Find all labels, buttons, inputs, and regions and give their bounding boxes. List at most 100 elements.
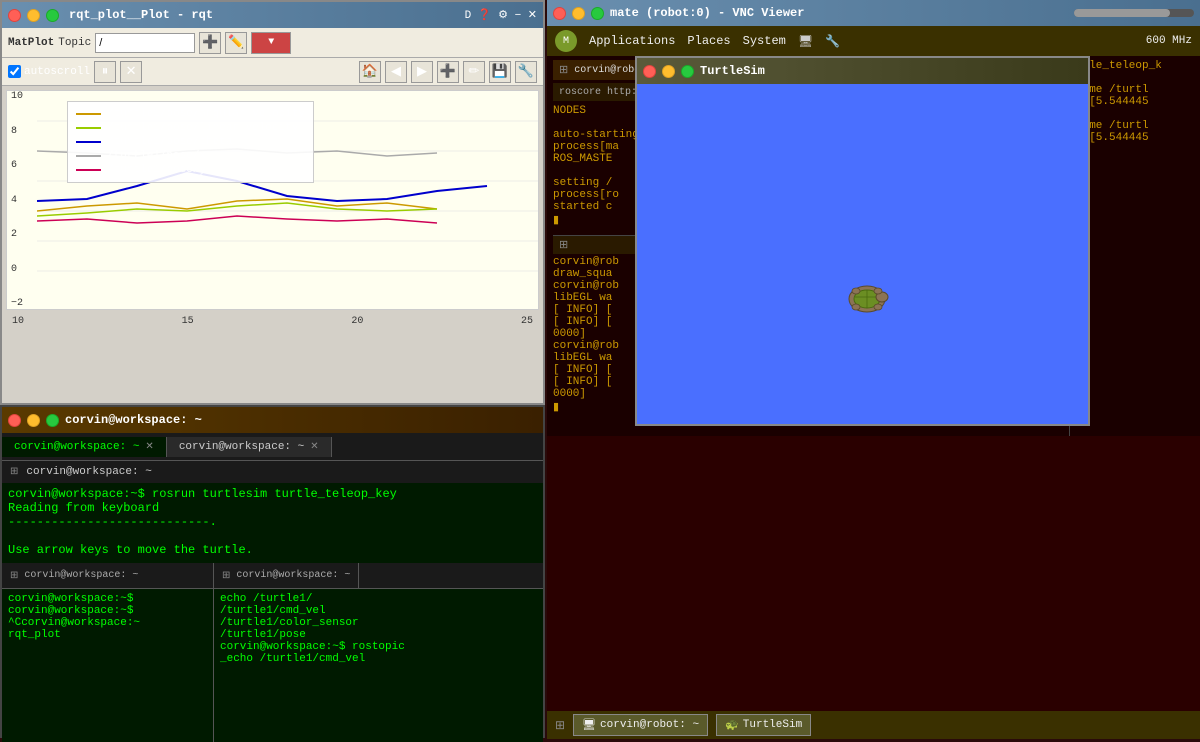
legend-line-angular [76, 113, 101, 115]
ros-right-3: x=[5.544445 [1076, 96, 1194, 108]
taskbar-icon: ⊞ [555, 718, 565, 733]
taskbar-terminal[interactable]: 🖥 corvin@robot: ~ [573, 714, 708, 736]
mate-applications-menu[interactable]: Applications [589, 34, 675, 48]
maximize-button[interactable] [46, 9, 59, 22]
ws-maximize-button[interactable] [46, 414, 59, 427]
close-button[interactable] [8, 9, 21, 22]
bottom-left-terminal[interactable]: corvin@workspace:~$ corvin@workspace:~$ … [2, 589, 214, 742]
minimize-button[interactable] [27, 9, 40, 22]
workspace-tab-1-label: corvin@workspace: ~ [14, 441, 139, 453]
workspace-terminal-main: corvin@workspace: ~ corvin@workspace: ~ … [0, 405, 545, 738]
autoscroll-checkbox[interactable] [8, 65, 21, 78]
ros-grid-icon: ⊞ [559, 63, 568, 77]
mate-places-menu[interactable]: Places [687, 34, 730, 48]
ros-right-4: name /turtl [1076, 120, 1194, 132]
mate-system-menu[interactable]: System [743, 34, 786, 48]
edit-button[interactable]: ✏️ [225, 32, 247, 54]
topic-label: Topic [58, 37, 91, 49]
bottom-split: corvin@workspace:~$ corvin@workspace:~$ … [2, 589, 543, 742]
mate-menubar-icon2: 🔧 [825, 34, 840, 49]
br-line-5: corvin@workspace:~$ rostopic [220, 641, 537, 653]
bottom-split-tabs: ⊞ corvin@workspace: ~ ⊞ corvin@workspace… [2, 563, 543, 589]
turtlesim-title: TurtleSim [700, 64, 765, 78]
rqt-window-title: rqt_plot__Plot - rqt [69, 8, 213, 22]
workspace-tab-2[interactable]: corvin@workspace: ~ ✕ [167, 437, 332, 457]
workspace-subtoolbar: ⊞ corvin@workspace: ~ [2, 461, 543, 483]
br-line-3: /turtle1/color_sensor [220, 617, 537, 629]
legend-label-y: /turtle1/pose/y [107, 164, 206, 176]
taskbar-terminal-label: corvin@robot: ~ [600, 719, 699, 731]
bottom-left-tab: ⊞ corvin@workspace: ~ [2, 563, 214, 588]
vnc-bottombar: ⊞ 🖥 corvin@robot: ~ 🐢 TurtleSim [547, 711, 1200, 739]
stop-button[interactable]: ✕ [120, 61, 142, 83]
br-line-2: /turtle1/cmd_vel [220, 605, 537, 617]
workspace-tab-2-label: corvin@workspace: ~ [179, 441, 304, 453]
vnc-minimize-button[interactable] [572, 7, 585, 20]
mate-menubar-icon1: 🖥 [798, 34, 813, 49]
workspace-tab-1-close[interactable]: ✕ [145, 441, 153, 453]
save-button[interactable]: 💾 [489, 61, 511, 83]
zoom-button[interactable]: ➕ [437, 61, 459, 83]
bl-line-4: rqt_plot [8, 629, 207, 641]
bottom-right-terminal[interactable]: echo /turtle1/ /turtle1/cmd_vel /turtle1… [214, 589, 543, 742]
workspace-titlebar: corvin@workspace: ~ [2, 407, 543, 433]
add-topic-button[interactable]: ➕ [199, 32, 221, 54]
bl-line-3: ^Ccorvin@workspace:~ [8, 617, 207, 629]
turtlesim-window: TurtleSim [635, 56, 1090, 426]
plot-yaxis: 1086420−2 [11, 91, 23, 309]
bottom-right-tab-label: corvin@workspace: ~ [236, 570, 350, 581]
topic-input[interactable] [95, 33, 195, 53]
turtle-sprite [842, 279, 892, 319]
legend-line-theta [76, 141, 101, 143]
vnc-window: mate (robot:0) - VNC Viewer M Applicatio… [547, 0, 1200, 739]
legend-line-y [76, 169, 101, 171]
pause-button[interactable]: ⏸ [94, 61, 116, 83]
turtlesim-minimize-button[interactable] [662, 65, 675, 78]
taskbar-turtlesim-icon: 🐢 [725, 718, 739, 732]
ws-close-button[interactable] [8, 414, 21, 427]
br-line-4: /turtle1/pose [220, 629, 537, 641]
turtlesim-body [637, 84, 1088, 424]
legend-label-x: /turtle1/pose/x [107, 150, 206, 162]
bottom-left-tab-label: corvin@workspace: ~ [24, 570, 138, 581]
back-button[interactable]: ◀ [385, 61, 407, 83]
vnc-maximize-button[interactable] [591, 7, 604, 20]
taskbar-turtlesim-label: TurtleSim [743, 719, 802, 731]
taskbar-turtlesim[interactable]: 🐢 TurtleSim [716, 714, 811, 736]
ros-right-blank2 [1076, 108, 1194, 120]
home-button[interactable]: 🏠 [359, 61, 381, 83]
ros-right-1: rtle_teleop_k [1076, 60, 1194, 72]
term-line-1: corvin@workspace:~$ rosrun turtlesim tur… [8, 487, 537, 501]
rqt-toolbar: MatPlot Topic ➕ ✏️ ▼ [2, 28, 543, 58]
workspace-tab-2-close[interactable]: ✕ [310, 441, 318, 453]
vnc-titlebar: mate (robot:0) - VNC Viewer [547, 0, 1200, 26]
plot-xaxis: 10152025 [2, 314, 543, 329]
workspace-tab-1[interactable]: corvin@workspace: ~ ✕ [2, 437, 167, 457]
ros-bottom-icon: ⊞ [559, 238, 568, 252]
ws-minimize-button[interactable] [27, 414, 40, 427]
bl-line-2: corvin@workspace:~$ [8, 605, 207, 617]
workspace-active-content[interactable]: corvin@workspace:~$ rosrun turtlesim tur… [2, 483, 543, 563]
window-controls: D ❓ ⚙ − ✕ [465, 8, 537, 22]
legend-label-linear: /turtle1/pose/linear_velocity [107, 122, 298, 134]
bottom-right-icon: ⊞ [222, 570, 230, 582]
mate-topbar-right: 600 MHz [1146, 35, 1192, 47]
br-line-6: _echo /turtle1/cmd_vel [220, 653, 537, 665]
edit2-button[interactable]: ✏ [463, 61, 485, 83]
plot-legend: /turtle1/pose/angular_velocity /turtle1/… [67, 101, 314, 183]
vnc-window-title: mate (robot:0) - VNC Viewer [610, 6, 804, 20]
config-button[interactable]: 🔧 [515, 61, 537, 83]
term-line-3: ----------------------------. [8, 515, 537, 529]
ros-right-5: x=[5.544445 [1076, 132, 1194, 144]
vnc-inner: M Applications Places System 🖥 🔧 600 MHz… [547, 26, 1200, 739]
turtlesim-close-button[interactable] [643, 65, 656, 78]
vnc-scrollbar[interactable] [1074, 9, 1170, 17]
autoscroll-check[interactable]: autoscroll [8, 65, 90, 78]
cpu-freq: 600 MHz [1146, 35, 1192, 47]
matplot-label: MatPlot [8, 37, 54, 49]
forward-button[interactable]: ▶ [411, 61, 433, 83]
color-button[interactable]: ▼ [251, 32, 291, 54]
vnc-close-button[interactable] [553, 7, 566, 20]
term-line-2: Reading from keyboard [8, 501, 537, 515]
turtlesim-maximize-button[interactable] [681, 65, 694, 78]
